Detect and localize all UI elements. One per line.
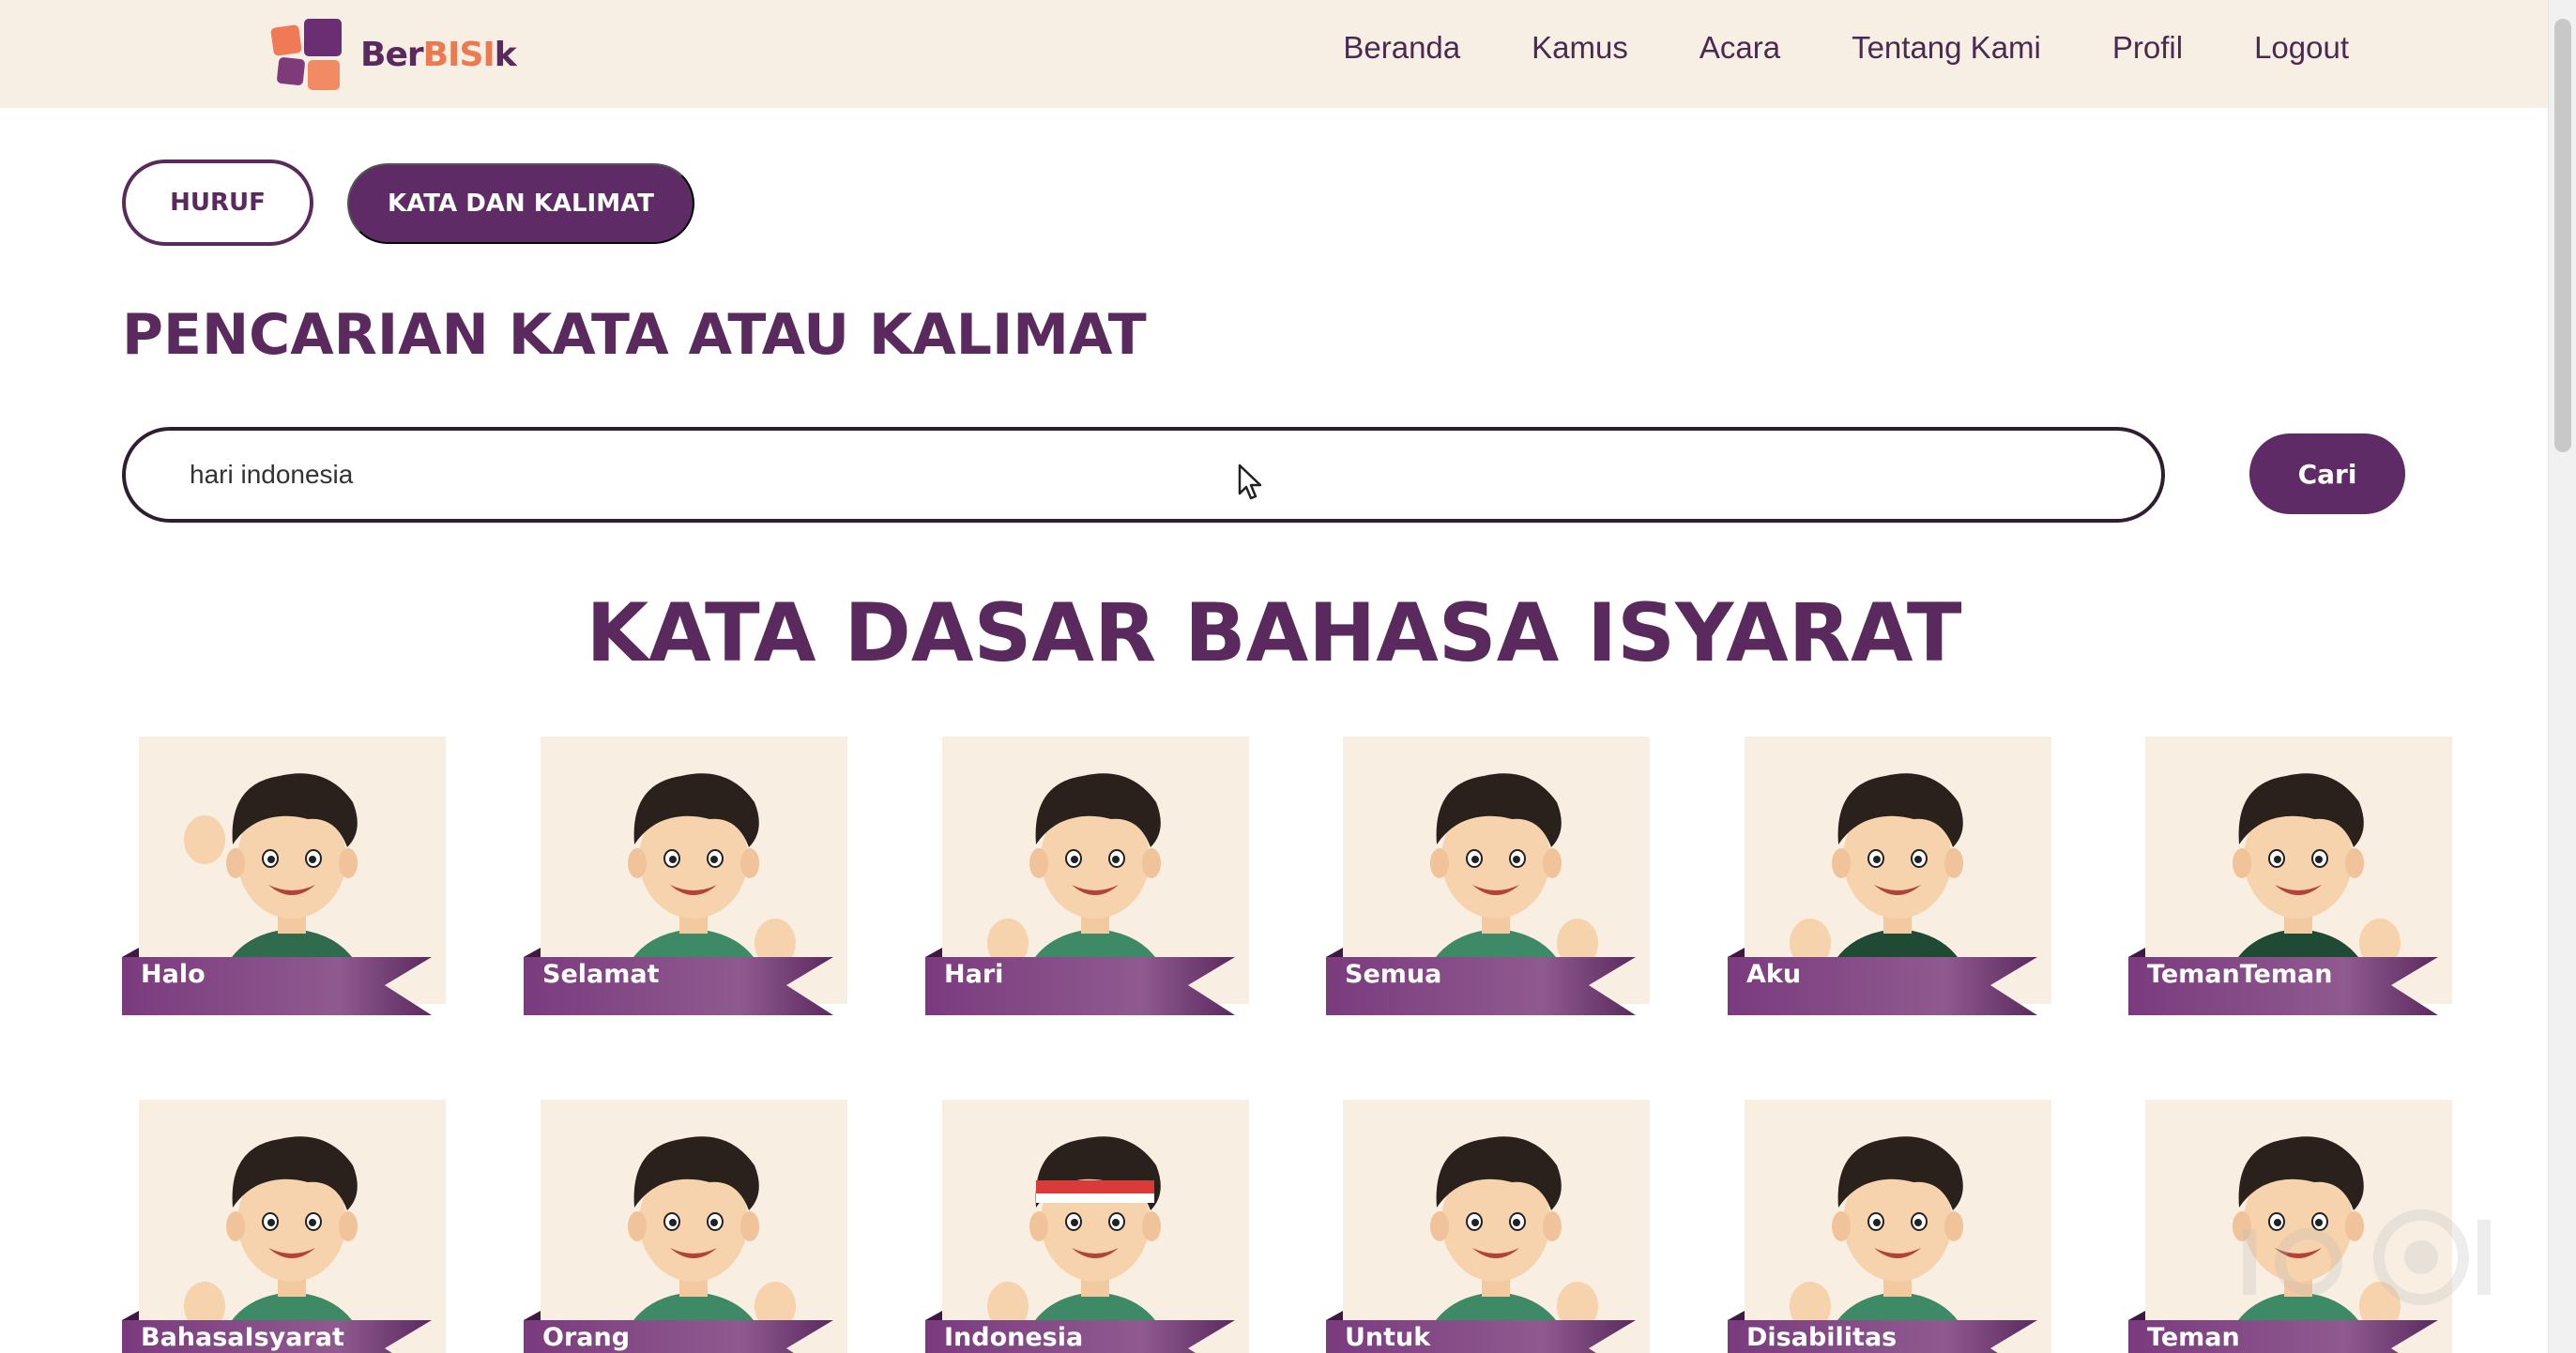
main-nav: Beranda Kamus Acara Tentang Kami Profil … <box>1343 30 2349 66</box>
card-label: Semua <box>1345 960 1442 989</box>
sign-card[interactable]: Disabilitas <box>1728 1100 2051 1353</box>
sign-card[interactable]: Halo <box>122 737 446 1056</box>
search-box <box>122 427 2165 523</box>
sign-card[interactable]: Orang <box>524 1100 847 1353</box>
card-label: Aku <box>1746 960 1802 989</box>
card-label: TemanTeman <box>2147 960 2333 989</box>
search-title: PENCARIAN KATA ATAU KALIMAT <box>122 302 1147 368</box>
sign-card[interactable]: Hari <box>925 737 1249 1056</box>
tab-huruf[interactable]: HURUF <box>122 160 313 246</box>
nav-profil[interactable]: Profil <box>2112 30 2183 66</box>
scrollbar-thumb[interactable] <box>2554 19 2571 452</box>
sign-card[interactable]: BahasaIsyarat <box>122 1100 446 1353</box>
search-button[interactable]: Cari <box>2249 433 2405 514</box>
sign-card[interactable]: Selamat <box>524 737 847 1056</box>
page-scrollbar[interactable] <box>2548 0 2576 1353</box>
mouse-pointer-icon <box>1238 464 1262 500</box>
card-label: BahasaIsyarat <box>141 1323 344 1352</box>
sign-card[interactable]: Semua <box>1326 737 1650 1056</box>
nav-logout[interactable]: Logout <box>2254 30 2349 66</box>
card-label: Indonesia <box>944 1323 1084 1352</box>
card-label: Untuk <box>1345 1323 1431 1352</box>
card-label: Halo <box>141 960 206 989</box>
logo-mark-icon <box>270 17 353 92</box>
sign-card[interactable]: Untuk <box>1326 1100 1650 1353</box>
card-label: Orang <box>542 1323 631 1352</box>
card-label: Disabilitas <box>1746 1323 1898 1352</box>
card-label: Teman <box>2147 1323 2240 1352</box>
card-label: Hari <box>944 960 1004 989</box>
sign-card[interactable]: Indonesia <box>925 1100 1249 1353</box>
watermark-logo <box>2243 1209 2491 1305</box>
logo-text: BerBISIk <box>360 35 517 74</box>
nav-acara[interactable]: Acara <box>1700 30 1780 66</box>
nav-beranda[interactable]: Beranda <box>1343 30 1460 66</box>
nav-tentang-kami[interactable]: Tentang Kami <box>1852 30 2041 66</box>
sign-card[interactable]: TemanTeman <box>2128 737 2452 1056</box>
nav-kamus[interactable]: Kamus <box>1532 30 1628 66</box>
berbisik-logo[interactable]: BerBISIk <box>270 17 517 92</box>
section-title: KATA DASAR BAHASA ISYARAT <box>586 586 1962 680</box>
sign-card[interactable]: Aku <box>1728 737 2051 1056</box>
card-label: Selamat <box>542 960 660 989</box>
search-input[interactable] <box>190 460 2161 490</box>
tab-kata-dan-kalimat[interactable]: KATA DAN KALIMAT <box>347 163 694 244</box>
top-header: BerBISIk Beranda Kamus Acara Tentang Kam… <box>0 0 2548 108</box>
